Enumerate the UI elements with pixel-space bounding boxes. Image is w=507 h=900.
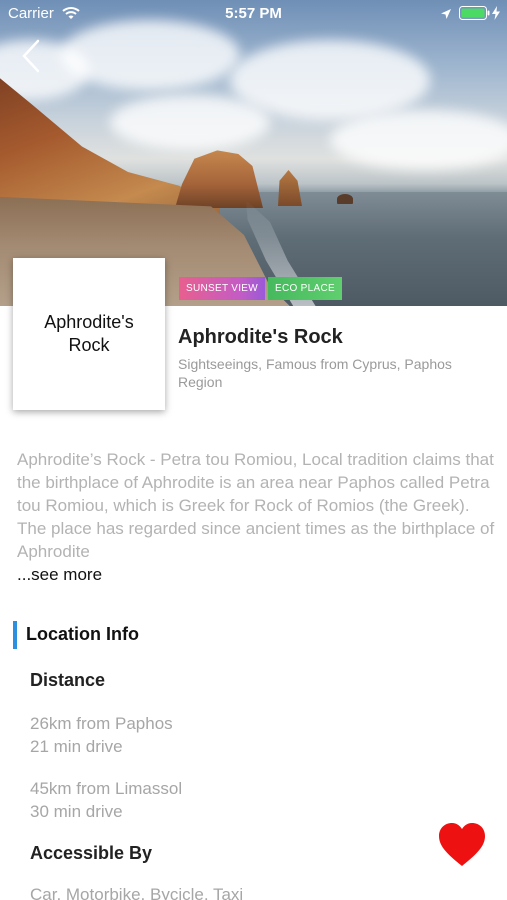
chevron-left-icon xyxy=(22,39,40,73)
drive-time-line: 30 min drive xyxy=(30,802,123,821)
thumbnail-label: Aphrodite's Rock xyxy=(44,312,134,355)
section-accent-bar xyxy=(13,621,17,649)
status-bar: Carrier 5:57 PM xyxy=(0,0,507,28)
battery-icon xyxy=(459,6,490,24)
place-thumbnail[interactable]: Aphrodite's Rock xyxy=(13,258,165,410)
heart-icon xyxy=(439,823,485,866)
charging-icon xyxy=(492,6,500,24)
see-more-link[interactable]: ...see more xyxy=(17,565,102,585)
back-button[interactable] xyxy=(18,38,48,74)
place-categories: Sightseeings, Famous from Cyprus, Paphos… xyxy=(178,356,452,390)
distance-heading: Distance xyxy=(30,670,106,690)
favorite-button[interactable] xyxy=(437,822,487,868)
distance-line: 45km from Limassol xyxy=(30,779,183,798)
tag-eco-place[interactable]: ECO PLACE xyxy=(268,277,342,300)
clock: 5:57 PM xyxy=(225,5,282,22)
distance-line: 26km from Paphos xyxy=(30,714,173,733)
place-description: Aphrodite’s Rock - Petra tou Romiou, Loc… xyxy=(17,450,495,561)
section-heading-location-info: Location Info xyxy=(26,624,139,644)
accessible-by-value: Car, Motorbike, Bycicle, Taxi xyxy=(30,885,244,900)
drive-time-line: 21 min drive xyxy=(30,737,123,756)
rock-formation xyxy=(175,150,263,208)
accessible-by-heading: Accessible By xyxy=(30,843,153,863)
tag-sunset-view[interactable]: SUNSET VIEW xyxy=(179,277,266,300)
place-title: Aphrodite's Rock xyxy=(178,326,343,348)
location-arrow-icon xyxy=(440,7,452,24)
